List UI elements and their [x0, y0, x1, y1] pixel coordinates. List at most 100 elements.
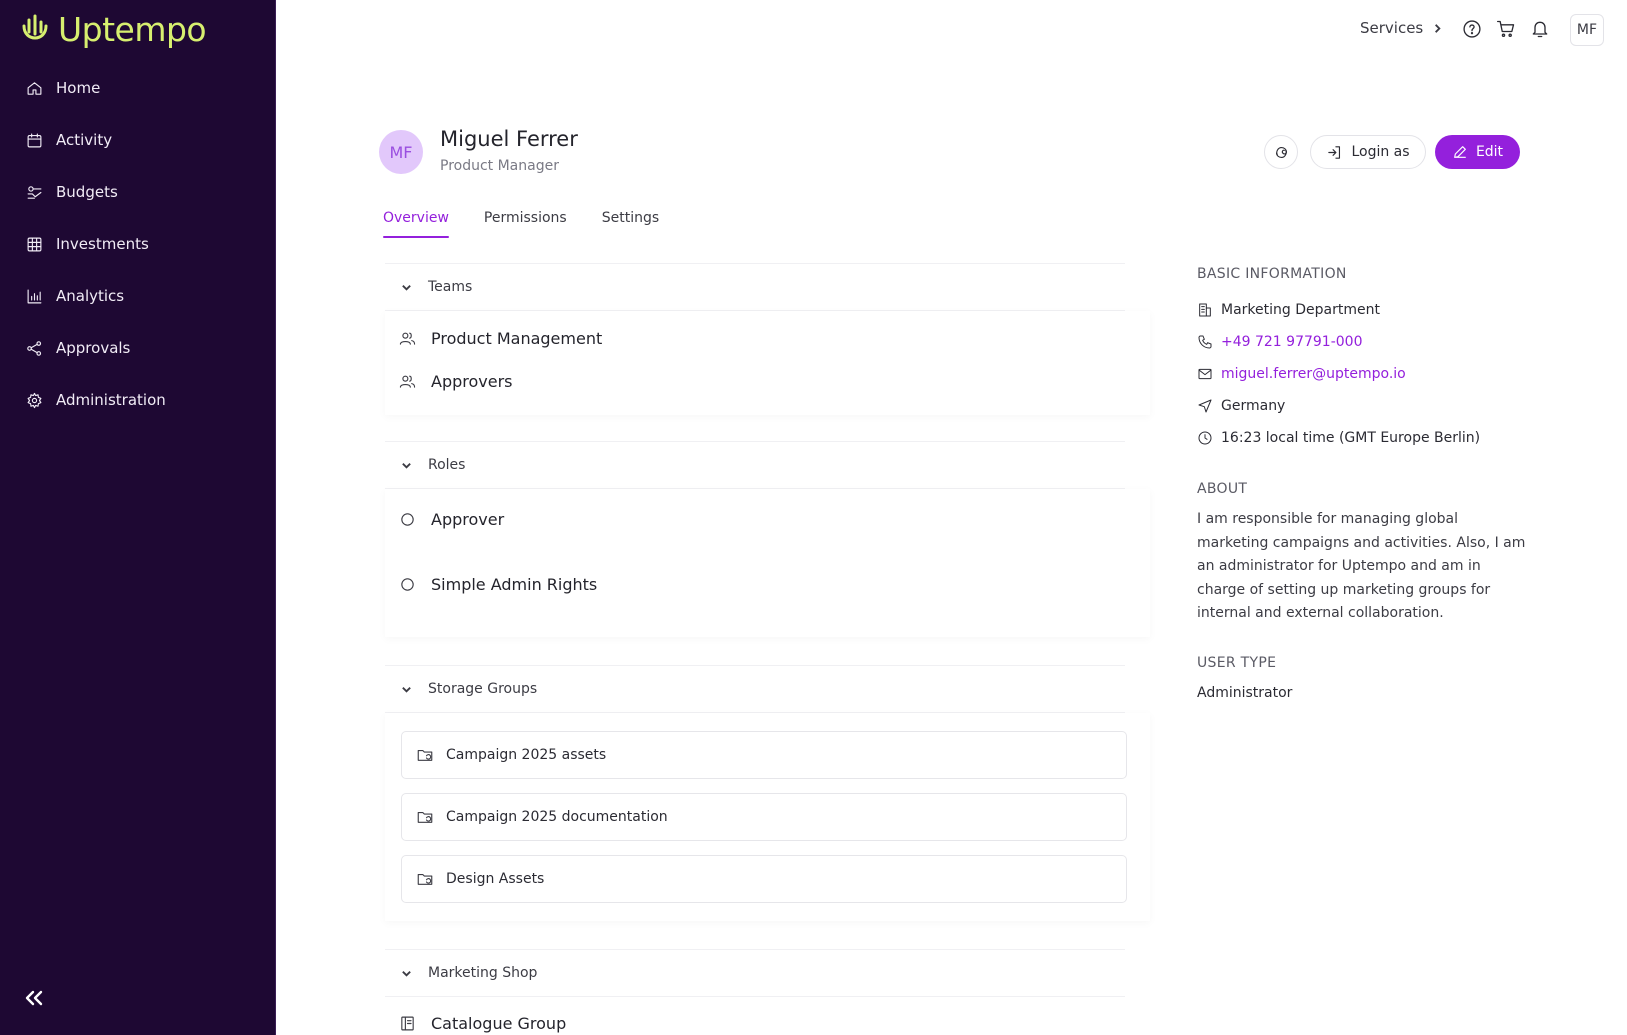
sidebar-item-label: Approvals	[56, 339, 131, 357]
users-icon	[399, 332, 416, 345]
list-item[interactable]: Catalogue Group	[399, 1014, 566, 1033]
notifications-button[interactable]	[1530, 19, 1552, 41]
chevron-down-icon	[402, 970, 411, 977]
section-title: Marketing Shop	[428, 965, 538, 981]
grid-table-icon	[27, 237, 42, 251]
sidebar-item-label: Administration	[56, 391, 166, 409]
phone-icon	[1198, 335, 1212, 349]
tab-settings[interactable]: Settings	[602, 210, 659, 238]
sidebar-item-budgets[interactable]: Budgets	[0, 166, 276, 218]
home-icon	[27, 81, 42, 95]
mail-icon	[1198, 368, 1212, 380]
clock-icon	[1198, 431, 1212, 445]
catalogue-book-icon	[401, 1016, 414, 1031]
list-item[interactable]: Approvers	[399, 372, 513, 391]
team-name: Product Management	[431, 329, 603, 348]
pencil-icon	[1454, 146, 1466, 158]
role-name: Simple Admin Rights	[431, 575, 598, 594]
sidebar-item-analytics[interactable]: Analytics	[0, 270, 276, 322]
roles-section-header[interactable]: Roles	[385, 441, 1125, 489]
folder-sync-icon	[417, 873, 433, 885]
list-item[interactable]: Product Management	[399, 329, 602, 348]
tab-overview[interactable]: Overview	[383, 210, 449, 238]
list-item[interactable]: Simple Admin Rights	[399, 575, 597, 594]
services-label: Services	[1360, 19, 1424, 37]
email-link[interactable]: miguel.ferrer@uptempo.io	[1221, 366, 1406, 382]
storage-group-card[interactable]: Campaign 2025 documentation	[401, 793, 1127, 841]
storage-group-name: Campaign 2025 documentation	[446, 809, 668, 825]
sidebar: Uptempo Home Activity Budgets Investment…	[0, 0, 276, 1035]
gear-icon	[27, 392, 42, 408]
profile-role: Product Manager	[440, 158, 559, 174]
marketing-shop-list: Catalogue Group	[385, 997, 1150, 1035]
login-as-button[interactable]: Login as	[1310, 135, 1426, 169]
local-time: 16:23 local time (GMT Europe Berlin)	[1221, 430, 1481, 446]
double-chevron-left-icon	[25, 990, 43, 1006]
teams-list: Product Management Approvers	[385, 311, 1150, 415]
budget-icon	[27, 185, 42, 199]
chevron-down-icon	[402, 462, 411, 469]
sidebar-item-administration[interactable]: Administration	[0, 374, 276, 426]
edit-button[interactable]: Edit	[1435, 135, 1520, 169]
storage-groups-section-header[interactable]: Storage Groups	[385, 665, 1125, 713]
storage-group-name: Design Assets	[446, 871, 545, 887]
building-icon	[1199, 303, 1211, 317]
section-title: Roles	[428, 457, 466, 473]
tab-permissions[interactable]: Permissions	[484, 210, 567, 238]
phone-link[interactable]: +49 721 97791-000	[1221, 334, 1362, 350]
role-name: Approver	[431, 510, 505, 529]
email-line: miguel.ferrer@uptempo.io	[1197, 366, 1406, 382]
sidebar-item-approvals[interactable]: Approvals	[0, 322, 276, 374]
location-arrow-icon	[1198, 399, 1212, 413]
calendar-icon	[27, 133, 42, 147]
link-user-button[interactable]	[1264, 135, 1298, 169]
services-menu[interactable]: Services	[1360, 19, 1443, 37]
sidebar-item-home[interactable]: Home	[0, 62, 276, 114]
department-line: Marketing Department	[1197, 302, 1380, 318]
sidebar-item-label: Home	[56, 79, 101, 97]
login-icon	[1328, 145, 1341, 159]
bar-chart-icon	[27, 289, 42, 303]
teams-section-header[interactable]: Teams	[385, 263, 1125, 311]
about-text: I am responsible for managing global mar…	[1197, 511, 1526, 621]
profile-tabs: Overview Permissions Settings	[383, 210, 659, 238]
help-circle-icon	[1463, 20, 1481, 38]
folder-sync-icon	[417, 811, 433, 823]
cart-button[interactable]	[1496, 19, 1518, 41]
folder-sync-icon	[417, 749, 433, 761]
local-time-line: 16:23 local time (GMT Europe Berlin)	[1197, 430, 1480, 446]
users-icon	[399, 375, 416, 388]
team-name: Approvers	[431, 372, 513, 391]
sidebar-item-label: Investments	[56, 235, 149, 253]
user-avatar-button[interactable]: MF	[1570, 14, 1604, 46]
collapse-sidebar-button[interactable]	[22, 986, 48, 1012]
storage-group-card[interactable]: Design Assets	[401, 855, 1127, 903]
cart-icon	[1497, 20, 1515, 38]
chevron-down-icon	[402, 686, 411, 693]
chevron-down-icon	[402, 284, 411, 291]
about-title: ABOUT	[1197, 481, 1248, 497]
list-item[interactable]: Approver	[399, 510, 504, 529]
section-title: Storage Groups	[428, 681, 538, 697]
brand-name: Uptempo	[58, 10, 207, 49]
sidebar-item-label: Analytics	[56, 287, 125, 305]
help-button[interactable]	[1462, 19, 1484, 41]
storage-group-card[interactable]: Campaign 2025 assets	[401, 731, 1127, 779]
section-title: Teams	[428, 279, 473, 295]
sidebar-item-activity[interactable]: Activity	[0, 114, 276, 166]
refresh-link-icon	[1275, 146, 1287, 158]
top-bar: Services MF	[276, 0, 1627, 60]
sidebar-nav: Home Activity Budgets Investments Analyt…	[0, 62, 276, 426]
country: Germany	[1221, 398, 1286, 414]
chevron-right-icon	[1435, 23, 1441, 33]
uptempo-logo[interactable]: Uptempo	[20, 10, 207, 49]
marketing-shop-section-header[interactable]: Marketing Shop	[385, 949, 1125, 997]
storage-groups-list: Campaign 2025 assets Campaign 2025 docum…	[385, 713, 1150, 921]
user-type-title: USER TYPE	[1197, 655, 1277, 671]
sidebar-item-investments[interactable]: Investments	[0, 218, 276, 270]
catalogue-group-name: Catalogue Group	[431, 1014, 567, 1033]
profile-name: Miguel Ferrer	[440, 127, 578, 151]
edit-label: Edit	[1475, 144, 1504, 160]
bell-icon	[1532, 21, 1548, 38]
phone-line: +49 721 97791-000	[1197, 334, 1362, 350]
